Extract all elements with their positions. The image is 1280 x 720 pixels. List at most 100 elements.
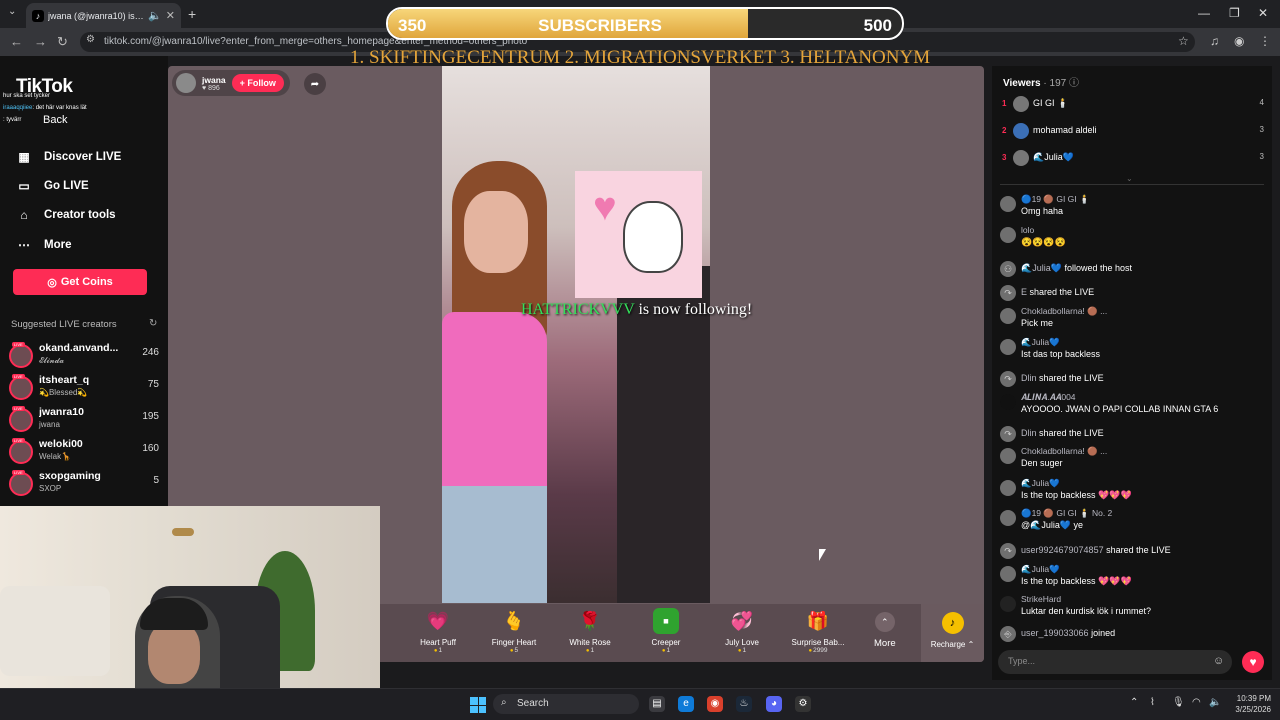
gift-heart-button[interactable]: ♥ <box>1242 651 1264 673</box>
host-avatar[interactable] <box>176 73 196 93</box>
chat-username[interactable]: Chokladbollarna! 🟤 ... <box>1021 306 1107 317</box>
microphone-icon[interactable]: 🎙 <box>1172 697 1185 708</box>
gift-july-love[interactable]: 💞 July Love 1 <box>712 608 772 654</box>
chrome-icon[interactable]: ◉ <box>707 696 723 712</box>
finger-heart-icon: 🫰 <box>502 611 526 631</box>
creator-item[interactable]: LIVE weloki00 Welak🦒 160 <box>9 438 159 466</box>
chevron-down-icon[interactable]: ⌄ <box>1126 174 1133 183</box>
reload-icon[interactable]: ↻ <box>57 34 68 50</box>
chat-username[interactable]: 🔵19 🟤 GI GI 🕯️ <box>1021 194 1090 205</box>
back-link[interactable]: Back <box>43 114 67 126</box>
gift-surprise-box[interactable]: 🎁 Surprise Bab... 2999 <box>788 608 848 654</box>
creator-sub: jwana <box>39 420 60 429</box>
avatar[interactable] <box>1000 596 1016 612</box>
avatar[interactable] <box>1000 480 1016 496</box>
info-icon[interactable]: ⓘ <box>1069 78 1079 89</box>
taskbar-clock[interactable]: 10:39 PM 3/25/2026 <box>1227 693 1271 715</box>
app-icon[interactable]: ⚙ <box>795 696 811 712</box>
volume-icon[interactable]: 🔈 <box>1209 697 1221 708</box>
media-icon[interactable]: ♫ <box>1210 34 1219 48</box>
menu-kebab-icon[interactable]: ⋮ <box>1259 34 1271 48</box>
nav-discover-live[interactable]: ▦ Discover LIVE <box>16 150 121 164</box>
viewer-rank-row[interactable]: 3 🌊Julia💙 3 <box>992 148 1272 172</box>
file-explorer-icon[interactable]: ▤ <box>649 696 665 712</box>
gift-name: Surprise Bab... <box>791 638 845 647</box>
bookmark-star-icon[interactable]: ☆ <box>1178 34 1189 48</box>
share-icon[interactable]: ➦ <box>304 73 326 95</box>
edge-icon[interactable]: e <box>678 696 694 712</box>
gift-white-rose[interactable]: 🌹 White Rose 1 <box>560 608 620 654</box>
avatar[interactable] <box>1000 566 1016 582</box>
back-arrow-icon[interactable]: ← <box>10 34 23 49</box>
chat-username[interactable]: StrikeHard <box>1021 594 1061 604</box>
forward-arrow-icon[interactable]: → <box>34 34 47 49</box>
gift-animation: ♥ <box>575 171 702 298</box>
chat-username[interactable]: 🌊Julia💙 <box>1021 337 1060 348</box>
avatar[interactable] <box>1000 510 1016 526</box>
chat-event-line: 🌊Julia💙 followed the host <box>1021 263 1132 273</box>
creator-sub: 𝓔𝓵𝓲𝓷𝓭𝓪 <box>39 356 65 365</box>
avatar[interactable] <box>1000 308 1016 324</box>
nav-go-live[interactable]: ▭ Go LIVE <box>16 179 88 193</box>
avatar[interactable] <box>1000 394 1016 410</box>
chat-username[interactable]: 🌊Julia💙 <box>1021 478 1060 489</box>
windows-start-icon[interactable] <box>470 697 486 713</box>
creator-sub: Welak🦒 <box>39 452 72 461</box>
refresh-icon[interactable]: ↻ <box>149 318 157 329</box>
get-coins-button[interactable]: ◎ Get Coins <box>13 269 147 295</box>
webcam-face <box>148 622 200 684</box>
user-follow-icon: ⚇ <box>1000 261 1016 277</box>
nav-label: Discover LIVE <box>44 151 122 163</box>
gift-finger-heart[interactable]: 🫰 Finger Heart 5 <box>484 608 544 654</box>
minimize-icon[interactable]: — <box>1198 6 1210 20</box>
speaker-icon[interactable]: 🔈 <box>148 9 162 22</box>
avatar[interactable] <box>1000 448 1016 464</box>
chat-input[interactable]: Type... <box>998 650 1232 674</box>
profile-icon[interactable]: ◉ <box>1234 34 1244 48</box>
close-tab-icon[interactable]: ✕ <box>166 9 175 22</box>
more-gifts-button[interactable]: ⌃ More <box>874 612 896 649</box>
creator-item[interactable]: LIVE sxopgaming SXOP 5 <box>9 470 159 498</box>
tab-search-icon[interactable]: ⌄ <box>8 6 16 17</box>
creator-name: okand.anvand... <box>39 342 119 354</box>
avatar[interactable] <box>1000 227 1016 243</box>
recharge-button[interactable]: ♪ Recharge ⌃ <box>921 604 984 662</box>
discord-icon[interactable]: ◕ <box>766 696 782 712</box>
chat-username[interactable]: lolo <box>1021 225 1034 235</box>
nav-more[interactable]: ⋯ More <box>16 238 71 252</box>
avatar[interactable] <box>1000 339 1016 355</box>
chat-username[interactable]: 𝑨𝑳𝑰𝑵𝑨.𝑨𝑨004 <box>1021 392 1076 403</box>
subscriber-label: SUBSCRIBERS <box>538 16 662 35</box>
network-icon[interactable]: ⌇ <box>1150 697 1155 708</box>
chat-username[interactable]: Chokladbollarna! 🟤 ... <box>1021 446 1107 457</box>
creator-item[interactable]: LIVE jwanra10 jwana 195 <box>9 406 159 434</box>
cat-sticker-icon <box>623 201 683 273</box>
creator-tools-icon: ⌂ <box>20 208 28 222</box>
maximize-icon[interactable]: ❐ <box>1229 6 1240 20</box>
live-video[interactable] <box>442 66 710 603</box>
creator-item[interactable]: LIVE okand.anvand... 𝓔𝓵𝓲𝓷𝓭𝓪 246 <box>9 342 159 370</box>
tray-chevron-icon[interactable]: ⌃ <box>1130 697 1138 708</box>
gift-price: 1 <box>636 647 696 654</box>
emoji-icon[interactable]: ☺ <box>1213 655 1224 667</box>
avatar[interactable] <box>1000 196 1016 212</box>
follow-button[interactable]: + Follow <box>231 74 284 92</box>
steam-icon[interactable]: ♨ <box>736 696 752 712</box>
chat-text: @🌊Julia💙 ye <box>1021 520 1084 530</box>
browser-tab[interactable]: ♪ jwana (@jwanra10) is LIVE 🔈 ✕ <box>26 3 181 28</box>
chat-username[interactable]: 🔵19 🟤 GI GI 🕯️ No. 2 <box>1021 508 1112 519</box>
taskbar-search[interactable]: Search <box>493 694 639 714</box>
host-card[interactable]: jwana ♥ 896 + Follow <box>172 70 290 96</box>
wifi-icon[interactable]: ◠ <box>1192 697 1201 708</box>
creator-item[interactable]: LIVE itsheart_q 💫Blessed💫 75 <box>9 374 159 402</box>
site-info-icon[interactable]: ⚙ <box>86 34 95 45</box>
live-badge: LIVE <box>12 406 25 411</box>
chat-username[interactable]: 🌊Julia💙 <box>1021 564 1060 575</box>
viewer-rank-row[interactable]: 1 GI GI 🕯️ 4 <box>992 94 1272 118</box>
new-tab-icon[interactable]: + <box>188 6 196 22</box>
viewer-rank-row[interactable]: 2 mohamad aldeli 3 <box>992 121 1272 145</box>
nav-creator-tools[interactable]: ⌂ Creator tools <box>16 208 115 222</box>
gift-heart-puff[interactable]: 💗 Heart Puff 1 <box>408 608 468 654</box>
close-window-icon[interactable]: ✕ <box>1258 6 1268 20</box>
gift-creeper[interactable]: ▪ Creeper 1 <box>636 608 696 654</box>
